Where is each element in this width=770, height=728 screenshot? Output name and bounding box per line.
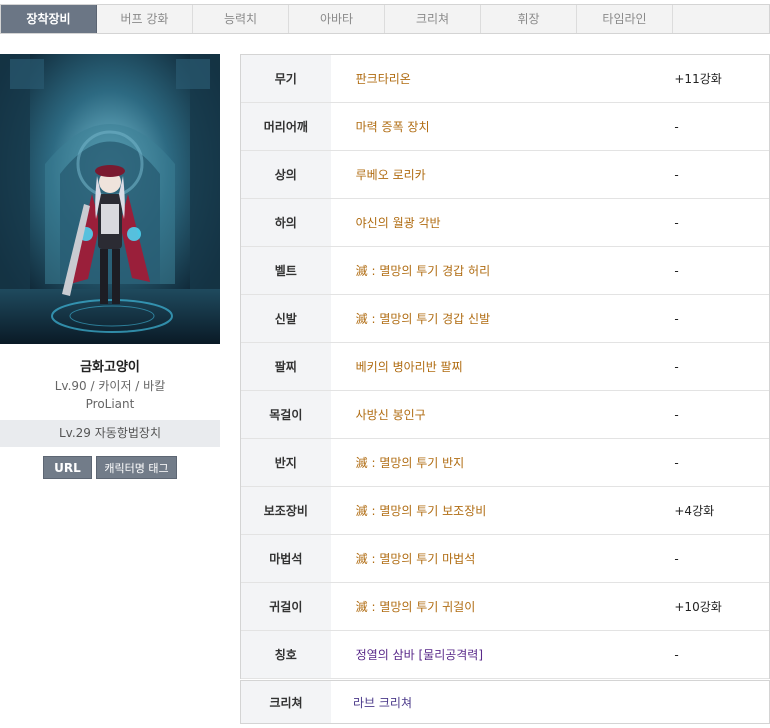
item-enhance: - [674, 216, 679, 230]
item-enhance: - [674, 264, 679, 278]
item-enhance: - [674, 552, 679, 566]
character-name: 금화고양이 [80, 360, 140, 375]
item-name[interactable]: 루베오 로리카 [331, 151, 675, 198]
equipment-row: 팔찌 베키의 병아리반 팔찌 - [241, 343, 769, 391]
slot-label: 귀걸이 [241, 583, 331, 630]
url-button[interactable]: URL [43, 456, 92, 479]
slot-label: 상의 [241, 151, 331, 198]
item-enhance: - [674, 648, 679, 662]
equipment-row: 반지 滅 : 멸망의 투기 반지 - [241, 439, 769, 487]
equipment-table: 무기 판크타리온 +11강화 머리어깨 마력 증폭 장치 - 상의 루베오 로리… [240, 54, 770, 679]
slot-label: 팔찌 [241, 343, 331, 390]
item-name[interactable]: 滅 : 멸망의 투기 마법석 [331, 535, 675, 582]
equipment-row: 보조장비 滅 : 멸망의 투기 보조장비 +4강화 [241, 487, 769, 535]
item-enhance: +10강화 [674, 600, 722, 614]
equipment-row: 머리어깨 마력 증폭 장치 - [241, 103, 769, 151]
item-enhance: +4강화 [674, 504, 715, 518]
item-name[interactable]: 정열의 삼바 [물리공격력] [331, 631, 675, 678]
character-guild: ProLiant [85, 397, 135, 411]
creature-name[interactable]: 라브 크리쳐 [331, 681, 676, 723]
tab-bar: 장착장비 버프 강화 능력치 아바타 크리쳐 휘장 타임라인 [0, 4, 770, 34]
slot-label: 마법석 [241, 535, 331, 582]
item-enhance: - [674, 408, 679, 422]
creature-row: 크리쳐 라브 크리쳐 [241, 680, 769, 724]
slot-label: 보조장비 [241, 487, 331, 534]
equipment-row: 칭호 정열의 삼바 [물리공격력] - [241, 631, 769, 679]
item-enhance: - [674, 456, 679, 470]
item-name[interactable]: 滅 : 멸망의 투기 보조장비 [331, 487, 675, 534]
item-name[interactable]: 滅 : 멸망의 투기 경갑 신발 [331, 295, 675, 342]
item-name[interactable]: 사방신 봉인구 [331, 391, 675, 438]
item-enhance: - [674, 312, 679, 326]
item-name[interactable]: 滅 : 멸망의 투기 경갑 허리 [331, 247, 675, 294]
item-enhance: +11강화 [674, 72, 722, 86]
slot-label: 하의 [241, 199, 331, 246]
item-name[interactable]: 마력 증폭 장치 [331, 103, 675, 150]
slot-label: 무기 [241, 55, 331, 102]
equipment-row: 무기 판크타리온 +11강화 [241, 55, 769, 103]
tab-avatar[interactable]: 아바타 [289, 5, 385, 33]
slot-label: 신발 [241, 295, 331, 342]
slot-label: 목걸이 [241, 391, 331, 438]
equipment-row: 벨트 滅 : 멸망의 투기 경갑 허리 - [241, 247, 769, 295]
character-info: Lv.90 / 카이저 / 바칼 [54, 379, 166, 393]
equipment-row: 상의 루베오 로리카 - [241, 151, 769, 199]
equipment-row: 목걸이 사방신 봉인구 - [241, 391, 769, 439]
item-enhance: - [674, 120, 679, 134]
tab-creature[interactable]: 크리쳐 [385, 5, 481, 33]
slot-label: 칭호 [241, 631, 331, 678]
tab-insignia[interactable]: 휘장 [481, 5, 577, 33]
equipment-row: 신발 滅 : 멸망의 투기 경갑 신발 - [241, 295, 769, 343]
tab-stats[interactable]: 능력치 [193, 5, 289, 33]
slot-label: 크리쳐 [241, 681, 331, 723]
equipment-row: 하의 야신의 월광 각반 - [241, 199, 769, 247]
tab-timeline[interactable]: 타임라인 [577, 5, 673, 33]
item-name[interactable]: 베키의 병아리반 팔찌 [331, 343, 675, 390]
tab-equipment[interactable]: 장착장비 [1, 5, 97, 33]
item-name[interactable]: 滅 : 멸망의 투기 귀걸이 [331, 583, 675, 630]
tab-buff-enhance[interactable]: 버프 강화 [97, 5, 193, 33]
character-image [0, 54, 220, 344]
slot-label: 머리어깨 [241, 103, 331, 150]
item-name[interactable]: 판크타리온 [331, 55, 675, 102]
equipment-row: 마법석 滅 : 멸망의 투기 마법석 - [241, 535, 769, 583]
item-name[interactable]: 滅 : 멸망의 투기 반지 [331, 439, 675, 486]
item-name[interactable]: 야신의 월광 각반 [331, 199, 675, 246]
character-portrait [0, 54, 220, 344]
adventure-level: Lv.29 자동항법장치 [0, 420, 220, 447]
item-enhance: - [674, 360, 679, 374]
equipment-row: 귀걸이 滅 : 멸망의 투기 귀걸이 +10강화 [241, 583, 769, 631]
character-tag-button[interactable]: 캐릭터명 태그 [96, 456, 177, 479]
creature-section: 크리쳐 라브 크리쳐 [240, 680, 770, 724]
item-enhance: - [674, 168, 679, 182]
slot-label: 반지 [241, 439, 331, 486]
slot-label: 벨트 [241, 247, 331, 294]
